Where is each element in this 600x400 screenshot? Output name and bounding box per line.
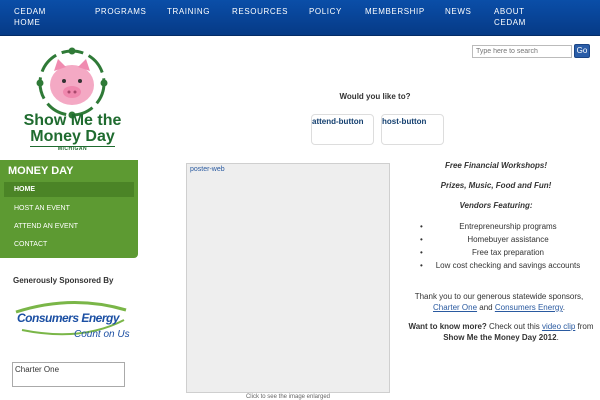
nav-news[interactable]: NEWS (445, 6, 471, 17)
attend-button[interactable]: attend-button (311, 114, 374, 145)
nav-cedam-home[interactable]: CEDAM HOME (14, 6, 58, 28)
more-end: . (556, 333, 559, 342)
poster-image[interactable]: poster-web (186, 163, 390, 393)
nav-training[interactable]: TRAINING (167, 6, 210, 17)
question-heading: Would you like to? (339, 92, 411, 101)
more-heading: Want to know more? (408, 322, 487, 331)
menu-item-attend-an-event[interactable]: ATTEND AN EVENT (4, 219, 134, 234)
sponsor-thanks: Thank you to our generous statewide spon… (414, 291, 584, 313)
charter-one-link[interactable]: Charter One (433, 303, 477, 312)
video-clip-link[interactable]: video clip (542, 322, 575, 331)
more-info: Want to know more? Check out this video … (406, 321, 596, 343)
thanks-text: Thank you to our generous statewide spon… (414, 292, 584, 301)
sponsors-heading: Generously Sponsored By (13, 276, 114, 285)
headline-workshops: Free Financial Workshops! (444, 161, 548, 170)
menu-item-host-an-event[interactable]: HOST AN EVENT (4, 201, 134, 216)
list-item: Homebuyer assistance (420, 233, 596, 246)
consumers-energy-logo[interactable]: Consumers Energy Count on Us (12, 298, 132, 346)
nav-programs[interactable]: PROGRAMS (95, 6, 146, 17)
consumers-energy-tagline: Count on Us (74, 329, 130, 340)
show-me-the-money-day-logo[interactable]: Show Me the Money Day MICHIGAN (20, 45, 125, 157)
list-item: Entrepreneurship programs (420, 220, 596, 233)
consumers-energy-name: Consumers Energy (17, 311, 120, 325)
search-go-button[interactable]: Go (574, 44, 590, 58)
menu-item-contact[interactable]: CONTACT (4, 237, 134, 252)
search-input[interactable] (472, 45, 572, 58)
logo-line-2: Money Day (30, 128, 115, 145)
host-button[interactable]: host-button (381, 114, 444, 145)
menu-item-home[interactable]: HOME (4, 182, 134, 197)
menu-title: MONEY DAY (8, 165, 74, 177)
logo-sub: MICHIGAN (57, 146, 88, 152)
consumers-energy-link[interactable]: Consumers Energy (495, 303, 563, 312)
logo-line-1: Show Me the (23, 112, 122, 129)
nav-membership[interactable]: MEMBERSHIP (365, 6, 425, 17)
more-from: from (575, 322, 594, 331)
thanks-and: and (477, 303, 495, 312)
nav-about-cedam[interactable]: ABOUT CEDAM (494, 6, 534, 28)
top-navigation: CEDAM HOME PROGRAMS TRAINING RESOURCES P… (0, 0, 600, 36)
more-text: Check out this (486, 322, 542, 331)
money-day-menu: MONEY DAY HOME HOST AN EVENT ATTEND AN E… (0, 160, 138, 258)
nav-policy[interactable]: POLICY (309, 6, 342, 17)
headline-vendors: Vendors Featuring: (459, 201, 533, 210)
nav-resources[interactable]: RESOURCES (232, 6, 288, 17)
list-item: Free tax preparation (420, 246, 596, 259)
list-item: Low cost checking and savings accounts (420, 259, 596, 272)
poster-alt-text: poster-web (190, 166, 225, 173)
event-name: Show Me the Money Day 2012 (443, 333, 557, 342)
poster-caption: Click to see the image enlarged (245, 394, 331, 400)
charter-one-logo[interactable]: Charter One (12, 362, 125, 387)
thanks-end: . (562, 303, 565, 312)
headline-prizes: Prizes, Music, Food and Fun! (440, 181, 552, 190)
vendor-list: Entrepreneurship programs Homebuyer assi… (420, 220, 596, 272)
